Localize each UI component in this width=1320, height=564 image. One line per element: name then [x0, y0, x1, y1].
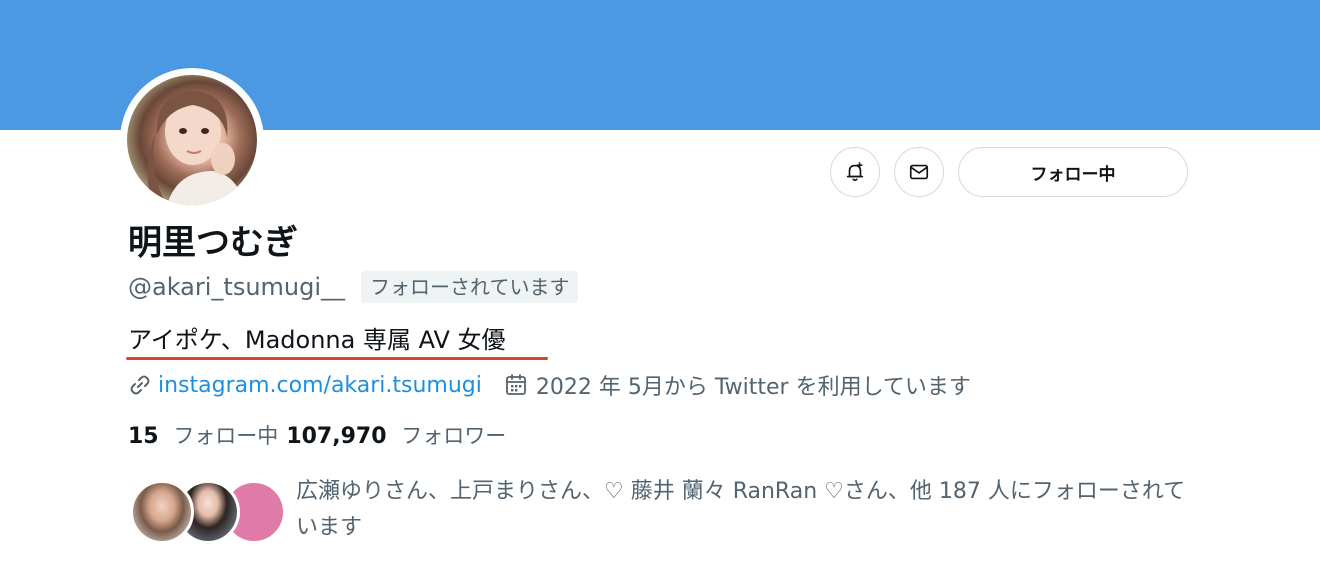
profile-meta: instagram.com/akari.tsumugi 2022 年 5月から …: [128, 366, 971, 404]
notifications-button[interactable]: [830, 147, 880, 197]
bio-underline-annotation: [126, 357, 548, 360]
profile-avatar[interactable]: [120, 68, 264, 212]
following-button[interactable]: フォロー中: [958, 147, 1188, 197]
bell-plus-icon: [846, 162, 864, 182]
calendar-icon: [505, 374, 526, 395]
profile-website-link[interactable]: instagram.com/akari.tsumugi: [158, 373, 482, 398]
user-handle: @akari_tsumugi__: [128, 273, 346, 301]
link-icon: [130, 375, 150, 395]
profile-actions: フォロー中: [830, 147, 1188, 197]
display-name: 明里つむぎ: [128, 223, 298, 263]
following-count: 15: [128, 424, 159, 449]
avatar-photo: [127, 75, 257, 205]
following-label: フォロー中: [173, 424, 279, 448]
handle-row: @akari_tsumugi__ フォローされています: [128, 269, 579, 305]
mutual-follower-avatar: [130, 480, 194, 544]
message-button[interactable]: [894, 147, 944, 197]
followers-count: 107,970: [286, 424, 387, 449]
followers-you-know-text[interactable]: 広瀬ゆりさん、上戸まりさん、♡ 藤井 蘭々 RanRan ♡さん、他 187 人…: [296, 474, 1196, 546]
follow-stats: 15 フォロー中 107,970 フォロワー: [128, 418, 506, 452]
joined-date: 2022 年 5月から Twitter を利用しています: [535, 375, 971, 400]
followers-stat[interactable]: 107,970 フォロワー: [286, 420, 506, 450]
avatar-image: [147, 91, 245, 205]
follows-you-badge: フォローされています: [361, 271, 579, 303]
followers-label: フォロワー: [401, 424, 507, 448]
profile-bio: アイポケ、Madonna 専属 AV 女優: [128, 326, 506, 354]
envelope-icon: [909, 164, 929, 180]
following-stat[interactable]: 15 フォロー中: [128, 420, 278, 450]
